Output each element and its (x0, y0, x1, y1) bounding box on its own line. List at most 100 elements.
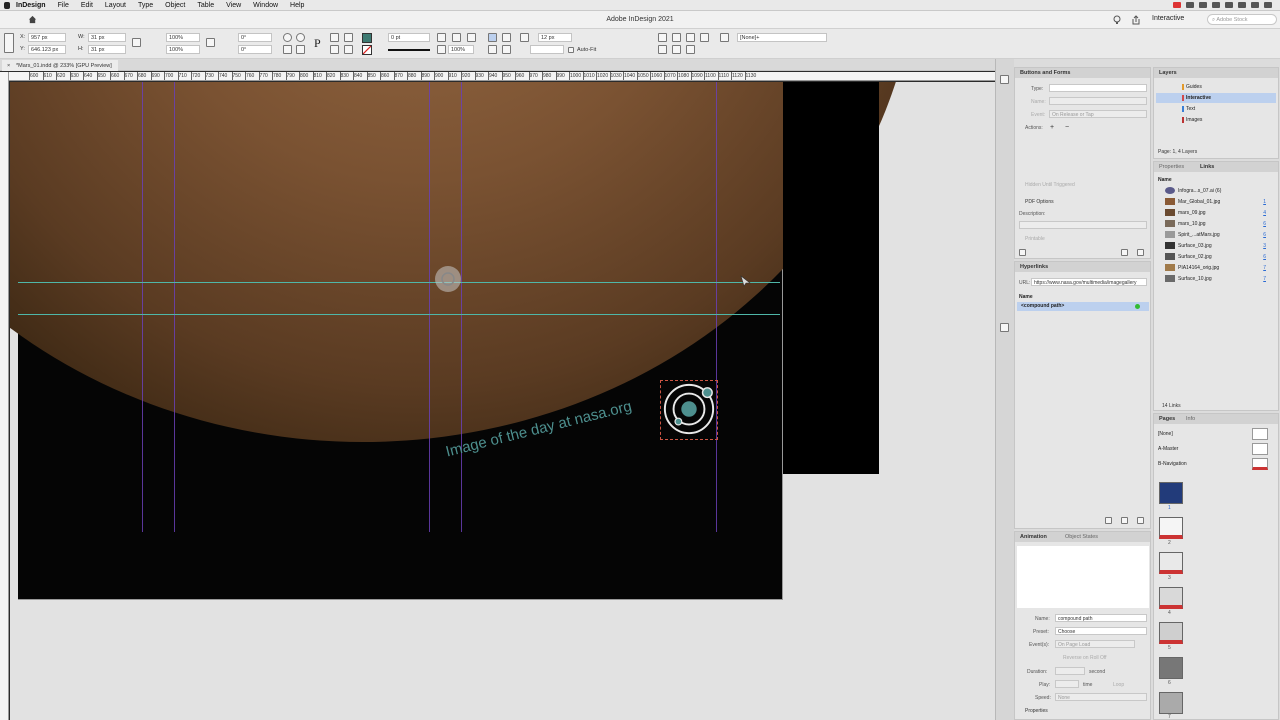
object-style-icon[interactable] (720, 33, 729, 42)
duration-field[interactable] (1055, 667, 1085, 675)
display-icon[interactable] (1186, 2, 1194, 8)
link-page[interactable]: 1 (1263, 199, 1266, 205)
speed-select[interactable]: None (1055, 693, 1147, 701)
master-a[interactable]: A-Master (1158, 446, 1178, 452)
object-style-select[interactable]: [None]+ (737, 33, 827, 42)
printable-checkbox[interactable]: Printable (1025, 236, 1045, 242)
add-action-icon[interactable]: + (1050, 124, 1054, 131)
master-thumbnail[interactable] (1252, 443, 1268, 455)
panel-icon-2[interactable] (1000, 323, 1009, 332)
scale-y-field[interactable]: 100% (166, 45, 200, 54)
menu-view[interactable]: View (220, 2, 247, 9)
loop-checkbox[interactable]: Loop (1113, 682, 1124, 688)
constrain-proportions-icon[interactable] (132, 38, 141, 47)
shear-angle-field[interactable]: 0° (238, 45, 272, 54)
drop-shadow-icon[interactable] (502, 45, 511, 54)
properties-toggle[interactable]: Properties (1025, 708, 1048, 714)
link-row[interactable]: Surface_10.jpg 7 (1156, 273, 1276, 284)
page-thumbnail[interactable] (1159, 552, 1183, 574)
constrain-scale-icon[interactable] (206, 38, 215, 47)
selected-compound-path[interactable] (660, 380, 718, 440)
dropbox-icon[interactable] (1212, 2, 1220, 8)
page-thumbnail[interactable] (1159, 517, 1183, 539)
layer-text[interactable]: Text (1156, 104, 1276, 114)
master-thumbnail[interactable] (1252, 428, 1268, 440)
scale-x-field[interactable]: 100% (166, 33, 200, 42)
page-thumbnail[interactable] (1159, 482, 1183, 504)
hidden-until-triggered-checkbox[interactable]: Hidden Until Triggered (1025, 182, 1075, 188)
select-previous-icon[interactable] (330, 45, 339, 54)
recording-icon[interactable] (1173, 2, 1181, 8)
master-none[interactable]: [None] (1158, 431, 1173, 437)
ruler-guide[interactable] (18, 314, 780, 315)
stroke-type-selector[interactable] (388, 49, 430, 51)
pdf-options-toggle[interactable]: PDF Options (1025, 199, 1054, 205)
align-left-icon[interactable] (658, 33, 667, 42)
menu-edit[interactable]: Edit (75, 2, 99, 9)
text-wrap-bounding-icon[interactable] (502, 33, 511, 42)
link-row[interactable]: Mar_Global_01.jpg 1 (1156, 196, 1276, 207)
stroke-weight-field[interactable]: 0 pt (388, 33, 430, 42)
align-center-icon[interactable] (672, 33, 681, 42)
reverse-on-roll-off-checkbox[interactable]: Reverse on Roll Off (1063, 655, 1107, 661)
layers-header[interactable]: Layers (1154, 68, 1278, 78)
column-guide[interactable] (716, 82, 717, 532)
select-content-icon[interactable] (344, 33, 353, 42)
apple-icon[interactable] (4, 2, 10, 9)
opacity-field[interactable]: 100% (448, 45, 474, 54)
spotlight-icon[interactable] (1251, 2, 1259, 8)
gutter-field[interactable]: 12 px (538, 33, 572, 42)
page-thumbnail[interactable] (1159, 587, 1183, 609)
animation-name-field[interactable]: compound path (1055, 614, 1147, 622)
document-tab[interactable]: × *Mars_01.indd @ 233% [GPU Preview] (2, 60, 118, 71)
control-center-icon[interactable] (1264, 2, 1272, 8)
tab-info[interactable]: Info (1186, 416, 1195, 422)
tab-object-states[interactable]: Object States (1065, 534, 1098, 540)
rotate-cw-icon[interactable] (283, 33, 292, 42)
refresh-icon[interactable] (1105, 517, 1112, 524)
stroke-swatch[interactable] (362, 45, 372, 55)
frame-fitting-icon-4[interactable] (437, 45, 446, 54)
link-row[interactable]: PIA14164_orig.jpg 7 (1156, 262, 1276, 273)
frame-fitting-icon-2[interactable] (452, 33, 461, 42)
menu-help[interactable]: Help (284, 2, 310, 9)
drag-handle[interactable] (435, 266, 461, 292)
link-page[interactable]: 4 (1263, 210, 1266, 216)
menu-object[interactable]: Object (159, 2, 191, 9)
rotate-ccw-icon[interactable] (296, 33, 305, 42)
frame-fitting-icon-1[interactable] (437, 33, 446, 42)
rotation-angle-field[interactable]: 0° (238, 33, 272, 42)
page-thumbnail[interactable] (1159, 692, 1183, 714)
close-icon[interactable]: × (7, 63, 10, 69)
link-row[interactable]: mars_10.jpg 6 (1156, 218, 1276, 229)
share-icon[interactable] (1132, 15, 1140, 25)
tab-links[interactable]: Links (1200, 164, 1214, 170)
preview-spread-icon[interactable] (1019, 249, 1026, 256)
link-row[interactable]: Surface_03.jpg 3 (1156, 240, 1276, 251)
battery-icon[interactable] (1238, 2, 1246, 8)
master-b[interactable]: B-Navigation (1158, 461, 1187, 467)
vertical-ruler[interactable] (0, 72, 9, 720)
corner-shape-field[interactable] (530, 45, 564, 54)
distribute-center-icon[interactable] (672, 45, 681, 54)
menu-type[interactable]: Type (132, 2, 159, 9)
name-field[interactable] (1049, 97, 1147, 105)
menu-window[interactable]: Window (247, 2, 284, 9)
flip-vertical-icon[interactable] (296, 45, 305, 54)
link-page[interactable]: 3 (1263, 243, 1266, 249)
tab-animation[interactable]: Animation (1020, 534, 1047, 540)
events-select[interactable]: On Page Load (1055, 640, 1135, 648)
menu-layout[interactable]: Layout (99, 2, 132, 9)
ruler-guide[interactable] (18, 282, 780, 283)
event-select[interactable]: On Release or Tap (1049, 110, 1147, 118)
menu-file[interactable]: File (52, 2, 75, 9)
page-thumbnail[interactable] (1159, 622, 1183, 644)
frame-fitting-icon-3[interactable] (467, 33, 476, 42)
type-select[interactable] (1049, 84, 1147, 92)
preset-select[interactable]: Choose (1055, 627, 1147, 635)
x-position-field[interactable]: 957 px (28, 33, 66, 42)
layer-interactive[interactable]: Interactive (1156, 93, 1276, 103)
tab-pages[interactable]: Pages (1159, 416, 1175, 422)
select-next-icon[interactable] (344, 45, 353, 54)
horizontal-ruler[interactable]: 600 610 620 630 640 650 660 670 680 690 700 710 720 7… (9, 72, 995, 81)
